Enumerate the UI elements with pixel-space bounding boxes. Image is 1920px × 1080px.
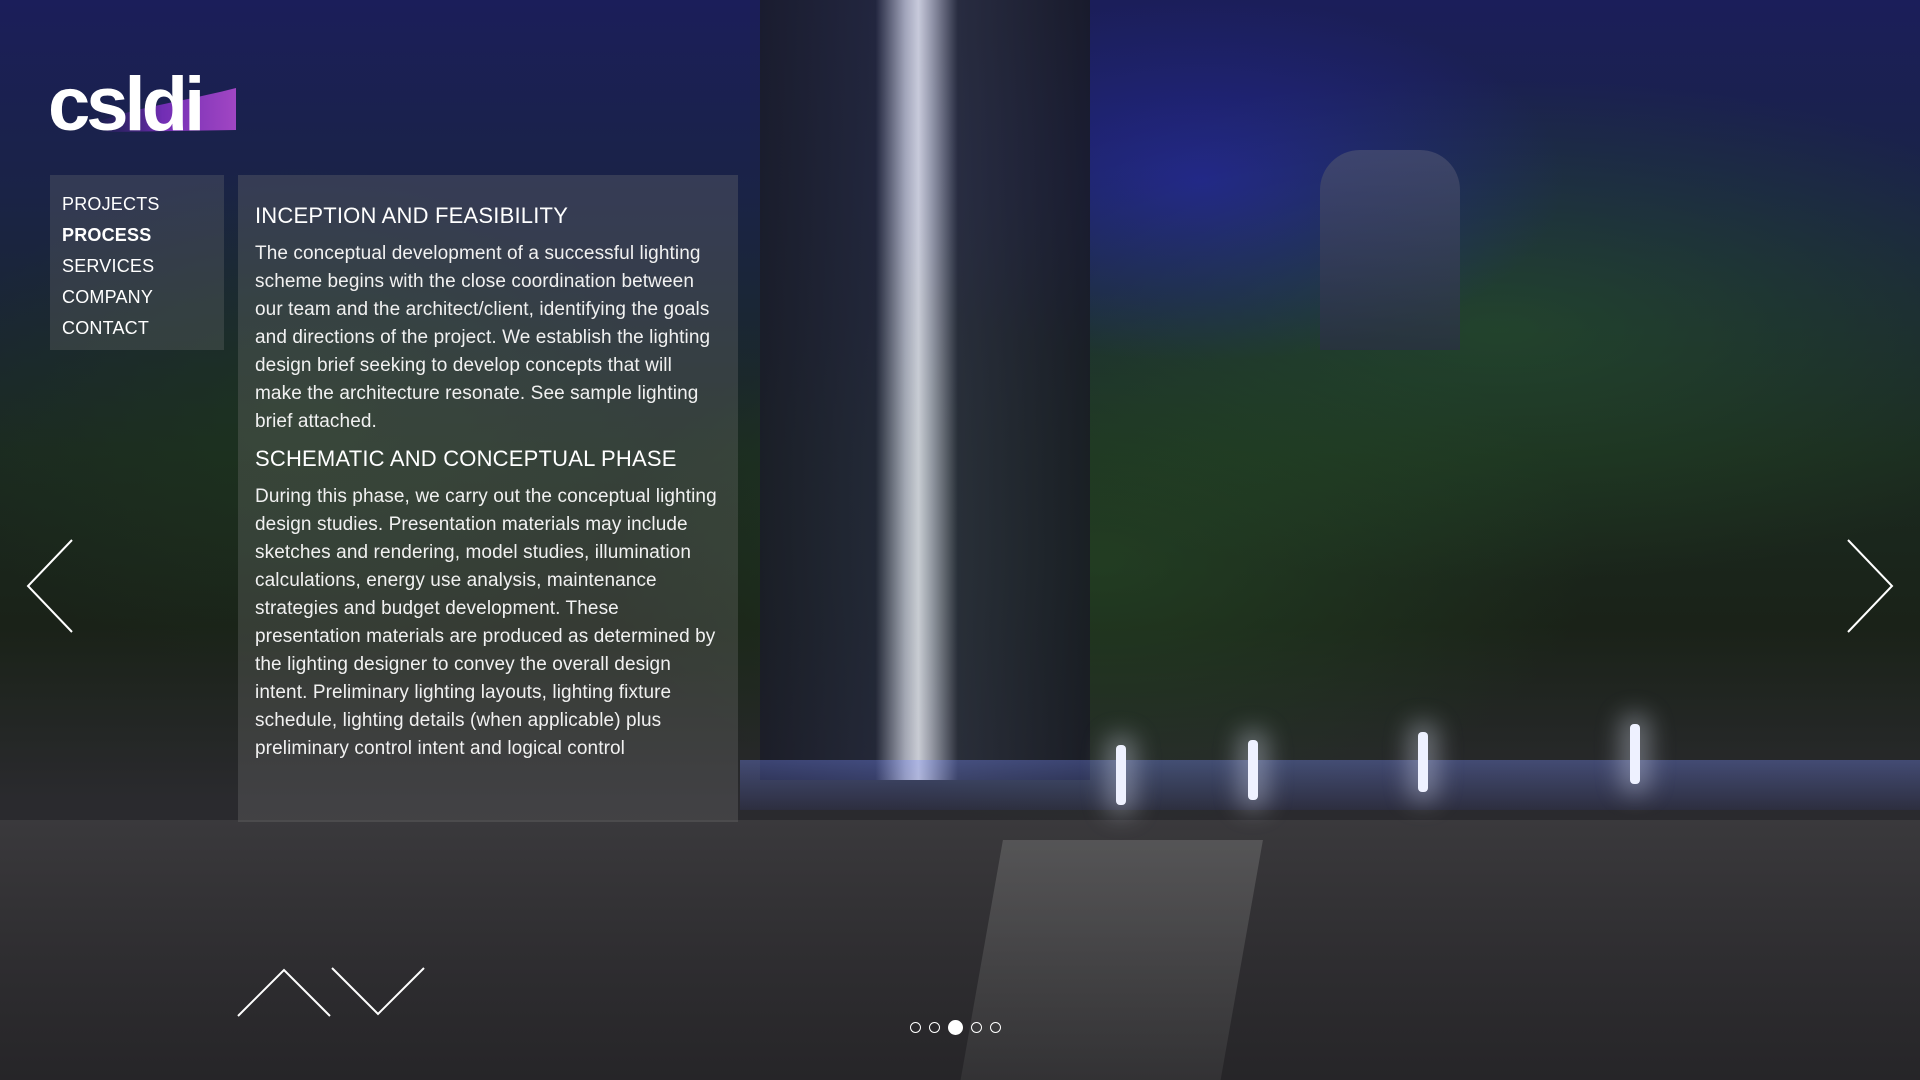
content-panel[interactable]: INCEPTION AND FEASIBILITY The conceptual…	[238, 175, 738, 822]
logo-text: csldi	[48, 62, 201, 138]
chevron-up-icon	[237, 968, 331, 1017]
nav-item-projects[interactable]: PROJECTS	[62, 189, 224, 220]
pagination-dot[interactable]	[990, 1022, 1001, 1033]
section-body: The conceptual development of a successf…	[255, 243, 711, 432]
next-slide-button[interactable]	[1844, 538, 1896, 634]
section-heading: SCHEMATIC AND CONCEPTUAL PHASE	[255, 446, 677, 471]
slideshow-stage: csldi PROJECTS PROCESS SERVICES COMPANY …	[0, 0, 1920, 1080]
scroll-down-button[interactable]	[330, 966, 426, 1018]
lamp-light	[1418, 732, 1428, 792]
background-path	[957, 840, 1263, 1080]
content-scroll-area: INCEPTION AND FEASIBILITY The conceptual…	[238, 175, 738, 763]
section-body: During this phase, we carry out the conc…	[255, 486, 717, 759]
logo-graphic: csldi	[48, 62, 236, 147]
background-plaza	[0, 820, 1920, 1080]
scroll-up-button[interactable]	[236, 966, 332, 1018]
lamp-light	[1116, 745, 1126, 805]
logo[interactable]: csldi	[48, 48, 238, 147]
chevron-down-icon	[331, 967, 425, 1016]
section-heading: INCEPTION AND FEASIBILITY	[255, 203, 569, 228]
nav-item-process[interactable]: PROCESS	[62, 220, 224, 251]
background-bridge	[740, 760, 1920, 810]
chevron-left-icon	[26, 539, 73, 633]
pagination-dot-active[interactable]	[948, 1020, 963, 1035]
chevron-right-icon	[1847, 539, 1894, 633]
lamp-light	[1630, 724, 1640, 784]
slide-pagination	[910, 1020, 1001, 1035]
nav-item-company[interactable]: COMPANY	[62, 282, 224, 313]
nav-item-services[interactable]: SERVICES	[62, 251, 224, 282]
nav-item-contact[interactable]: CONTACT	[62, 313, 224, 344]
pagination-dot[interactable]	[971, 1022, 982, 1033]
background-tower	[760, 0, 1090, 780]
background-building	[1320, 150, 1460, 350]
lamp-light	[1248, 740, 1258, 800]
pagination-dot[interactable]	[929, 1022, 940, 1033]
prev-slide-button[interactable]	[24, 538, 76, 634]
pagination-dot[interactable]	[910, 1022, 921, 1033]
main-nav: PROJECTS PROCESS SERVICES COMPANY CONTAC…	[50, 175, 224, 350]
